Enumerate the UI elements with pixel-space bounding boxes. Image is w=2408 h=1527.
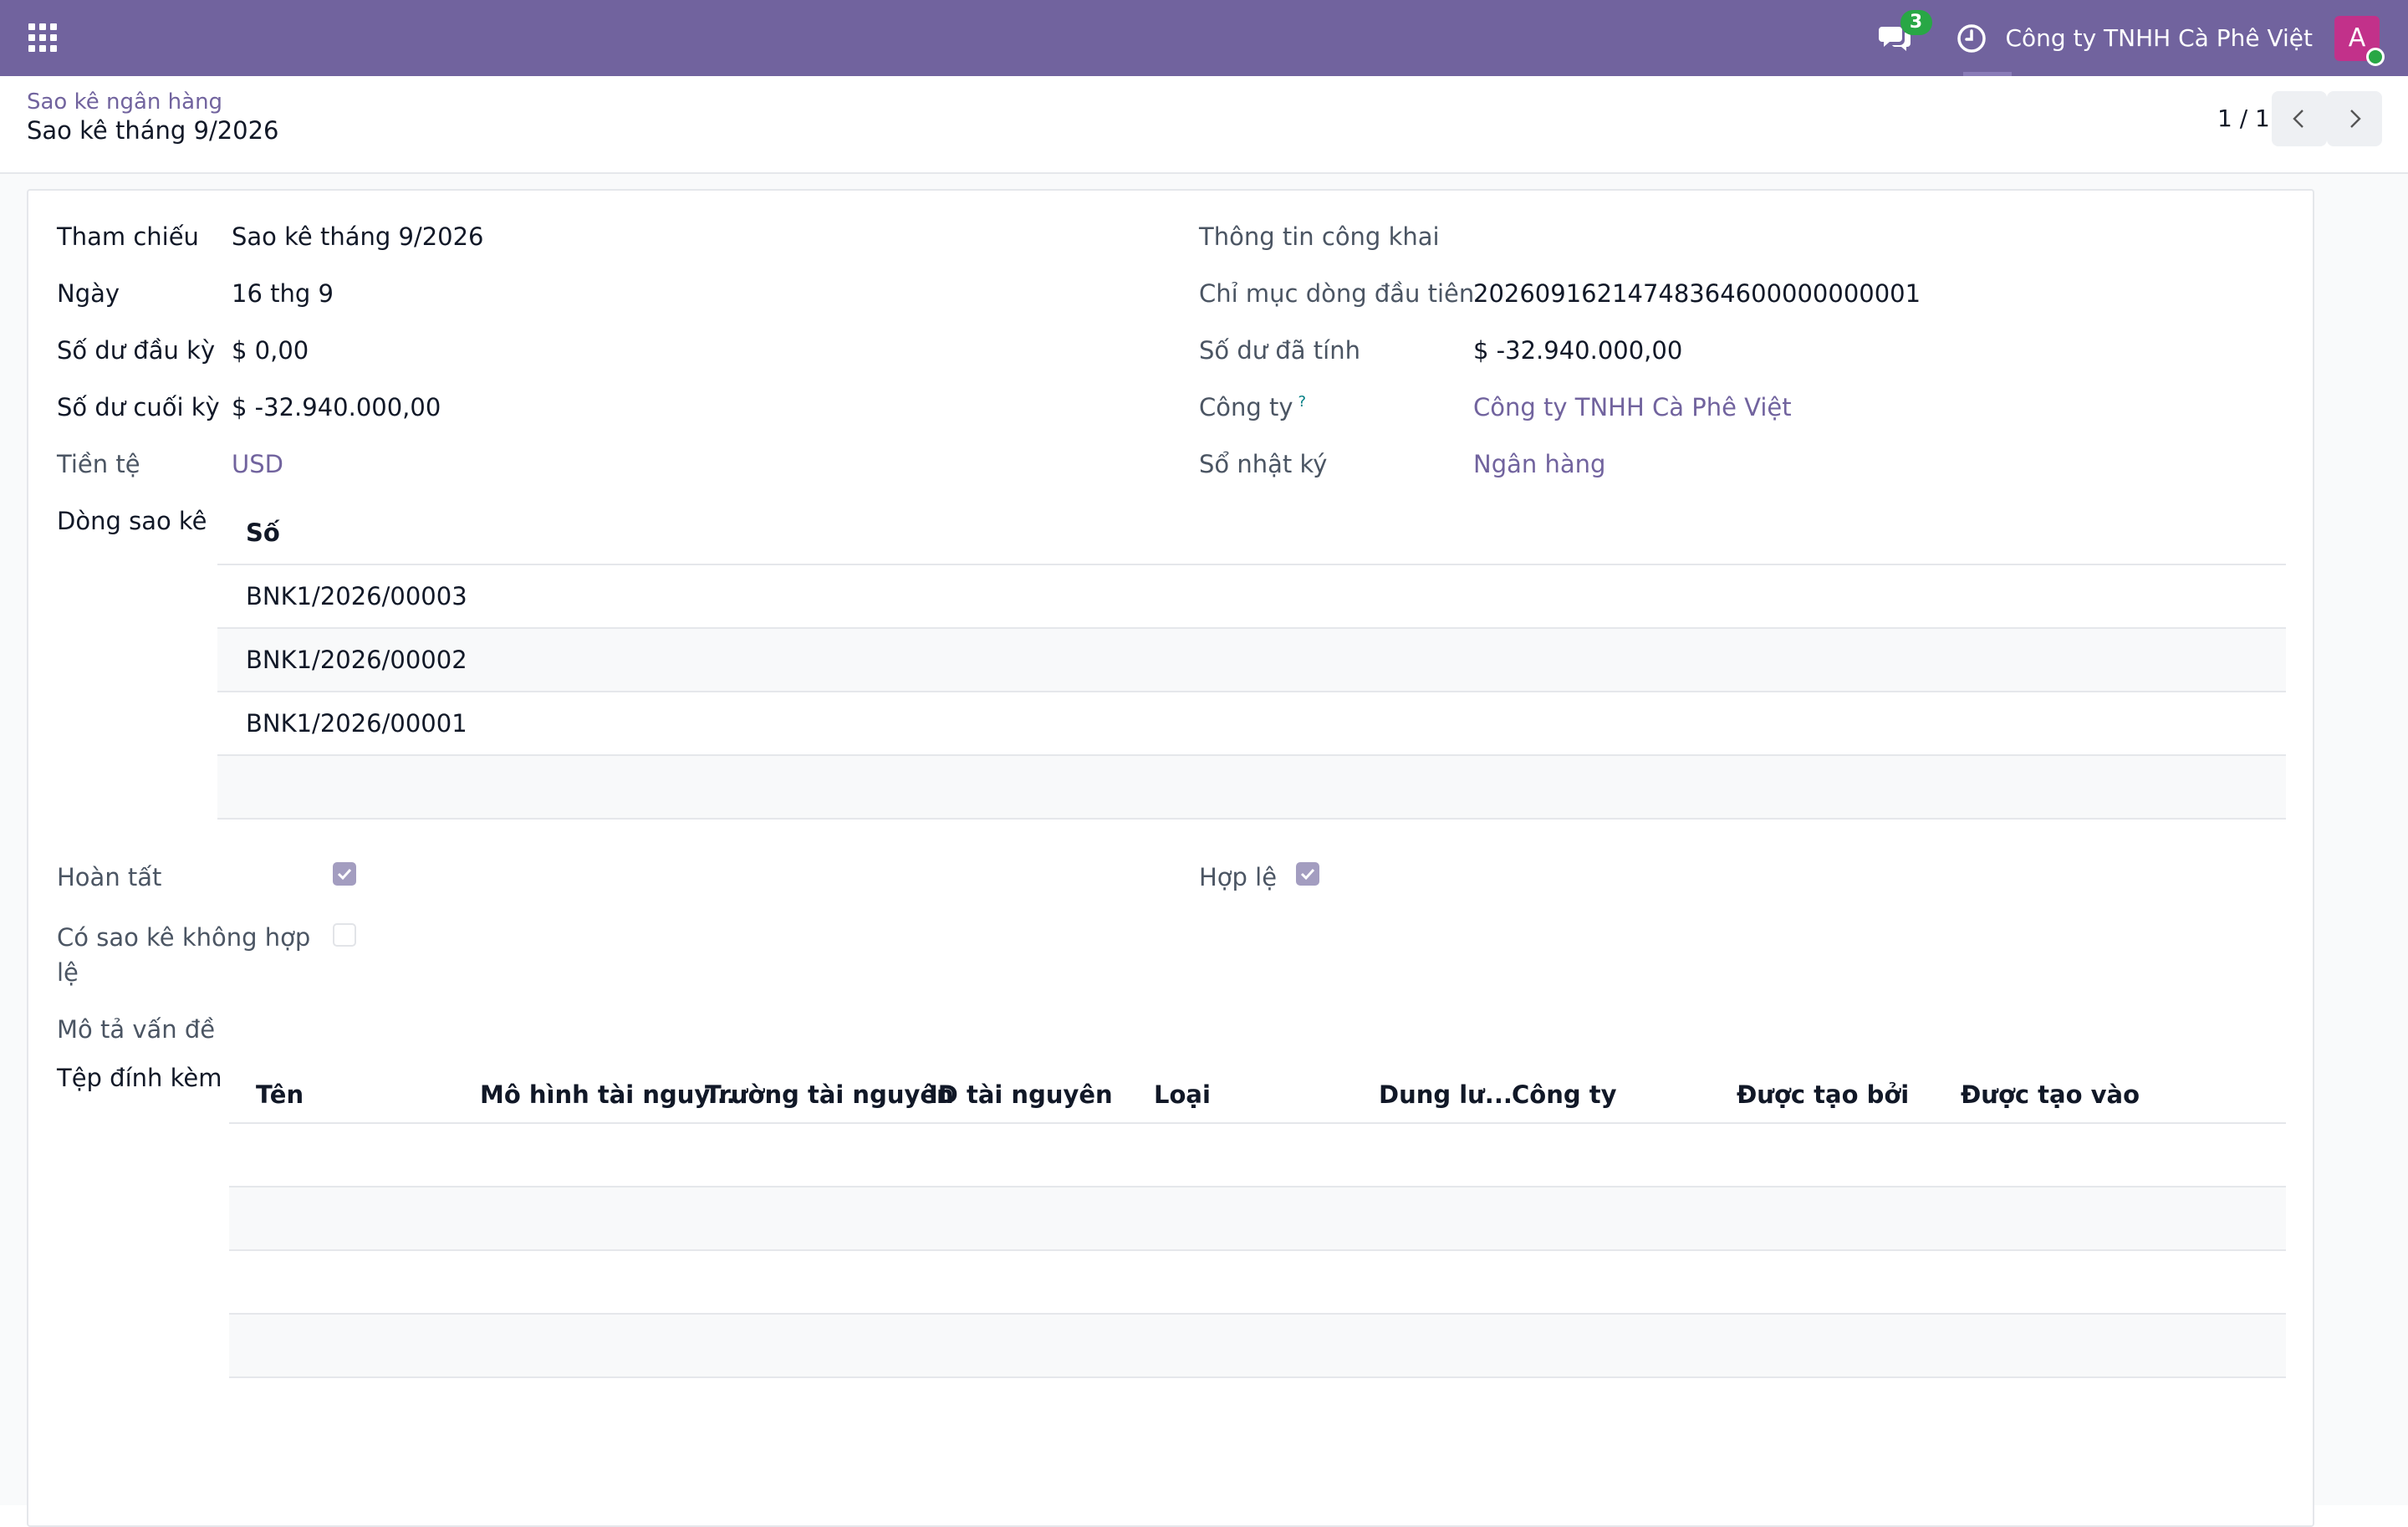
company-label-text: Công ty [1199, 393, 1293, 421]
pager-value[interactable]: 1 / 1 [2217, 105, 2270, 132]
apps-menu-icon[interactable] [28, 23, 59, 54]
statement-line-number: BNK1/2026/00001 [246, 709, 467, 738]
opening-balance-value[interactable]: $ 0,00 [232, 336, 309, 365]
column-header-size[interactable]: Dung lư... [1379, 1080, 1513, 1109]
column-header-created-by[interactable]: Được tạo bởi [1737, 1080, 1909, 1109]
activity-clock-icon[interactable] [1956, 23, 1987, 54]
column-header-company[interactable]: Công ty [1512, 1080, 1616, 1109]
column-header-res-field[interactable]: Trường tài nguyên [705, 1080, 954, 1109]
first-line-index-value: 20260916214748364600000000001 [1473, 279, 1921, 308]
invalid-statement-checkbox[interactable] [333, 923, 356, 947]
computed-balance-label: Số dư đã tính [1199, 336, 1360, 365]
reference-value[interactable]: Sao kê tháng 9/2026 [232, 222, 484, 251]
date-label: Ngày [57, 279, 120, 308]
attachments-label: Tệp đính kèm [57, 1064, 222, 1092]
currency-link[interactable]: USD [232, 450, 283, 478]
closing-balance-label: Số dư cuối kỳ [57, 393, 220, 421]
column-header-number[interactable]: Số [246, 518, 280, 547]
journal-link[interactable]: Ngân hàng [1473, 450, 1605, 478]
statement-line-number: BNK1/2026/00002 [246, 646, 467, 674]
navbar-systray: 3 Công ty TNHH Cà Phê Việt A [1878, 0, 2385, 76]
table-header-row: Tên Mô hình tài nguy... Trường tài nguyê… [229, 1060, 2286, 1124]
breadcrumb-parent[interactable]: Sao kê ngân hàng [27, 89, 222, 115]
empty-table-row [217, 756, 2286, 820]
form-sheet: Tham chiếu Sao kê tháng 9/2026 Ngày 16 t… [27, 189, 2314, 1527]
checkmark-icon [337, 868, 352, 881]
empty-table-row [229, 1251, 2286, 1315]
message-count-badge: 3 [1900, 9, 1932, 35]
valid-label: Hợp lệ [1199, 863, 1278, 891]
valid-checkbox[interactable] [1296, 862, 1319, 886]
column-header-res-model[interactable]: Mô hình tài nguy... [480, 1080, 736, 1109]
table-header-row: Số [217, 500, 2286, 565]
empty-table-row [229, 1187, 2286, 1251]
invalid-statement-label: Có sao kê không hợp [57, 923, 311, 952]
invalid-statement-label-cont: lệ [57, 958, 79, 987]
opening-balance-label: Số dư đầu kỳ [57, 336, 216, 365]
control-panel: Sao kê ngân hàng Sao kê tháng 9/2026 1 /… [0, 76, 2408, 174]
statement-lines-label: Dòng sao kê [57, 507, 207, 535]
breadcrumb-current: Sao kê tháng 9/2026 [27, 116, 279, 145]
empty-table-row [229, 1315, 2286, 1378]
table-row[interactable]: BNK1/2026/00002 [217, 629, 2286, 692]
statement-line-number: BNK1/2026/00003 [246, 582, 467, 610]
company-link[interactable]: Công ty TNHH Cà Phê Việt [1473, 393, 1792, 421]
complete-checkbox[interactable] [333, 862, 356, 886]
company-switcher[interactable]: Công ty TNHH Cà Phê Việt [2006, 24, 2314, 52]
public-info-label: Thông tin công khai [1199, 222, 1440, 251]
closing-balance-value[interactable]: $ -32.940.000,00 [232, 393, 441, 421]
messaging-button[interactable]: 3 [1878, 9, 1932, 55]
journal-label: Sổ nhật ký [1199, 450, 1328, 478]
currency-label: Tiền tệ [57, 450, 140, 478]
empty-table-row [229, 1124, 2286, 1187]
table-row[interactable]: BNK1/2026/00001 [217, 692, 2286, 756]
checkmark-icon [1300, 868, 1315, 881]
reference-label: Tham chiếu [57, 222, 199, 251]
pager-previous-button[interactable] [2272, 91, 2327, 146]
table-row[interactable]: BNK1/2026/00003 [217, 565, 2286, 629]
problem-description-label: Mô tả vấn đề [57, 1015, 216, 1044]
help-tooltip-icon[interactable]: ? [1298, 393, 1307, 411]
statement-lines-table: Số BNK1/2026/00003 BNK1/2026/00002 BNK1/… [217, 500, 2286, 1009]
chevron-left-icon [2293, 110, 2303, 128]
first-line-index-label: Chỉ mục dòng đầu tiên [1199, 279, 1475, 308]
pager-next-button[interactable] [2327, 91, 2382, 146]
column-header-name[interactable]: Tên [256, 1080, 304, 1109]
complete-label: Hoàn tất [57, 863, 162, 891]
company-label: Công ty? [1199, 393, 1306, 421]
date-value[interactable]: 16 thg 9 [232, 279, 334, 308]
column-header-res-id[interactable]: ID tài nguyên [929, 1080, 1113, 1109]
top-navbar: 3 Công ty TNHH Cà Phê Việt A [0, 0, 2408, 76]
chevron-right-icon [2350, 110, 2361, 128]
column-header-type[interactable]: Loại [1154, 1080, 1211, 1109]
user-menu[interactable]: A [2334, 15, 2385, 66]
online-status-dot [2366, 47, 2385, 66]
computed-balance-value: $ -32.940.000,00 [1473, 336, 1683, 365]
column-header-created-on[interactable]: Được tạo vào [1961, 1080, 2140, 1109]
attachments-table: Tên Mô hình tài nguy... Trường tài nguyê… [229, 1060, 2286, 1412]
